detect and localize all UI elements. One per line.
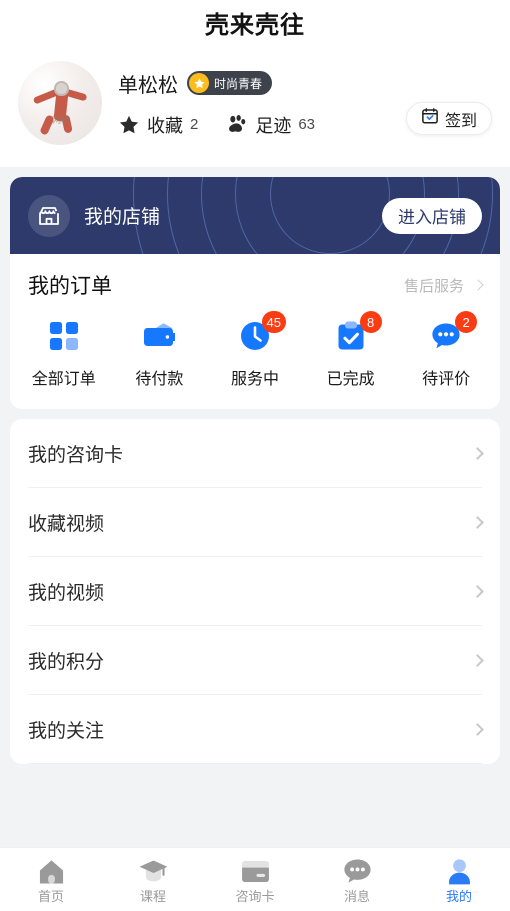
chevron-right-icon xyxy=(471,584,484,598)
order-label: 全部订单 xyxy=(31,371,96,388)
content-area: 我的店铺 进入店铺 我的订单 售后服务 全部订单 待付款 45 服务中 8 已完… xyxy=(0,167,510,911)
graduation-cap-icon xyxy=(139,856,168,886)
chevron-right-icon xyxy=(471,446,484,460)
signin-label: 签到 xyxy=(444,112,477,130)
tab-label: 消息 xyxy=(343,889,370,904)
storefront-icon xyxy=(28,194,70,237)
stat-favorites-label: 收藏 xyxy=(147,115,183,136)
shop-title: 我的店铺 xyxy=(84,207,161,228)
stat-footprints-value: 63 xyxy=(298,116,316,133)
star-icon xyxy=(189,73,209,93)
order-label: 待付款 xyxy=(135,371,184,388)
stat-favorites-value: 2 xyxy=(190,116,199,133)
shop-banner[interactable]: 我的店铺 进入店铺 xyxy=(10,177,500,254)
tab-label: 课程 xyxy=(139,889,166,904)
order-label: 待评价 xyxy=(422,371,471,388)
orders-grid: 全部订单 待付款 45 服务中 8 已完成 2 待评价 xyxy=(10,304,500,409)
order-item-in-service[interactable]: 45 服务中 xyxy=(207,311,303,389)
order-icon-wrap xyxy=(42,320,86,356)
enter-shop-label: 进入店铺 xyxy=(398,208,466,227)
order-item-completed[interactable]: 8 已完成 xyxy=(303,311,399,389)
menu-item-label: 我的积分 xyxy=(28,651,105,673)
avatar-watermark: 网咖 xyxy=(51,115,69,126)
page-title: 壳来壳往 xyxy=(205,12,305,39)
order-icon-wrap xyxy=(137,320,181,356)
order-item-all[interactable]: 全部订单 xyxy=(16,320,112,389)
chevron-right-icon xyxy=(471,515,484,529)
tab-messages[interactable]: 消息 xyxy=(306,856,408,903)
order-label: 服务中 xyxy=(230,371,279,388)
name-row: 单松松 时尚青春 xyxy=(118,69,492,98)
chevron-right-icon xyxy=(472,279,484,291)
calendar-icon xyxy=(421,107,439,130)
tab-label: 首页 xyxy=(37,889,64,904)
avatar-head xyxy=(54,80,69,96)
order-label: 已完成 xyxy=(326,371,375,388)
menu-item-my-points[interactable]: 我的积分 xyxy=(28,626,484,695)
profile-section: 网咖 单松松 时尚青春 收藏 2 足迹 63 签到 xyxy=(0,45,510,167)
order-count-badge: 45 xyxy=(261,311,286,333)
stat-footprints[interactable]: 足迹 63 xyxy=(226,112,315,138)
chat-icon xyxy=(343,856,372,886)
menu-item-label: 收藏视频 xyxy=(28,513,105,535)
menu-item-label: 我的视频 xyxy=(28,582,105,604)
card-icon xyxy=(241,856,270,886)
home-icon xyxy=(38,856,65,886)
wallet-icon xyxy=(143,322,176,355)
menu-item-favorite-videos[interactable]: 收藏视频 xyxy=(28,488,484,557)
app-screen: 壳来壳往 网咖 单松松 时尚青春 收藏 2 足迹 63 签到 我的店铺 进入店铺… xyxy=(0,0,510,911)
tab-home[interactable]: 首页 xyxy=(0,856,102,903)
after-sales-label: 售后服务 xyxy=(403,277,464,295)
shop-orders-card: 我的店铺 进入店铺 我的订单 售后服务 全部订单 待付款 45 服务中 8 已完… xyxy=(10,177,500,409)
tab-courses[interactable]: 课程 xyxy=(102,856,204,903)
menu-item-label: 我的咨询卡 xyxy=(28,444,124,466)
star-icon xyxy=(118,114,140,136)
menu-item-label: 我的关注 xyxy=(28,720,105,742)
menu-item-consult-card[interactable]: 我的咨询卡 xyxy=(28,419,484,488)
user-badge-label: 时尚青春 xyxy=(214,76,263,91)
after-sales-link[interactable]: 售后服务 xyxy=(403,275,484,296)
user-badge[interactable]: 时尚青春 xyxy=(187,71,273,95)
menu-item-my-videos[interactable]: 我的视频 xyxy=(28,557,484,626)
stat-footprints-label: 足迹 xyxy=(255,115,292,136)
order-icon-wrap: 45 xyxy=(233,311,286,356)
tab-profile[interactable]: 我的 xyxy=(408,856,510,903)
avatar[interactable]: 网咖 xyxy=(18,61,102,145)
signin-button[interactable]: 签到 xyxy=(405,102,492,135)
paw-print-icon xyxy=(226,114,248,135)
page-header: 壳来壳往 xyxy=(0,0,510,45)
orders-title: 我的订单 xyxy=(28,275,112,298)
chevron-right-icon xyxy=(471,722,484,736)
order-count-badge: 2 xyxy=(455,311,478,333)
tab-label: 咨询卡 xyxy=(235,889,275,904)
tab-consult-card[interactable]: 咨询卡 xyxy=(204,856,306,903)
chevron-right-icon xyxy=(471,653,484,667)
grid-icon xyxy=(49,321,79,356)
order-icon-wrap: 8 xyxy=(329,311,382,356)
orders-header: 我的订单 售后服务 xyxy=(10,254,500,304)
menu-card: 我的咨询卡 收藏视频 我的视频 我的积分 我的关注 xyxy=(10,419,500,764)
bottom-tab-bar: 首页 课程 咨询卡 消息 我的 xyxy=(0,847,510,911)
order-icon-wrap: 2 xyxy=(424,311,478,356)
order-count-badge: 8 xyxy=(359,311,382,333)
order-item-unpaid[interactable]: 待付款 xyxy=(112,320,208,389)
tab-label: 我的 xyxy=(445,889,472,904)
person-icon xyxy=(446,856,473,886)
enter-shop-button[interactable]: 进入店铺 xyxy=(382,197,482,234)
user-name: 单松松 xyxy=(118,74,178,97)
menu-item-my-follows[interactable]: 我的关注 xyxy=(28,695,484,764)
stat-favorites[interactable]: 收藏 2 xyxy=(118,112,198,138)
order-item-pending-review[interactable]: 2 待评价 xyxy=(398,311,494,389)
